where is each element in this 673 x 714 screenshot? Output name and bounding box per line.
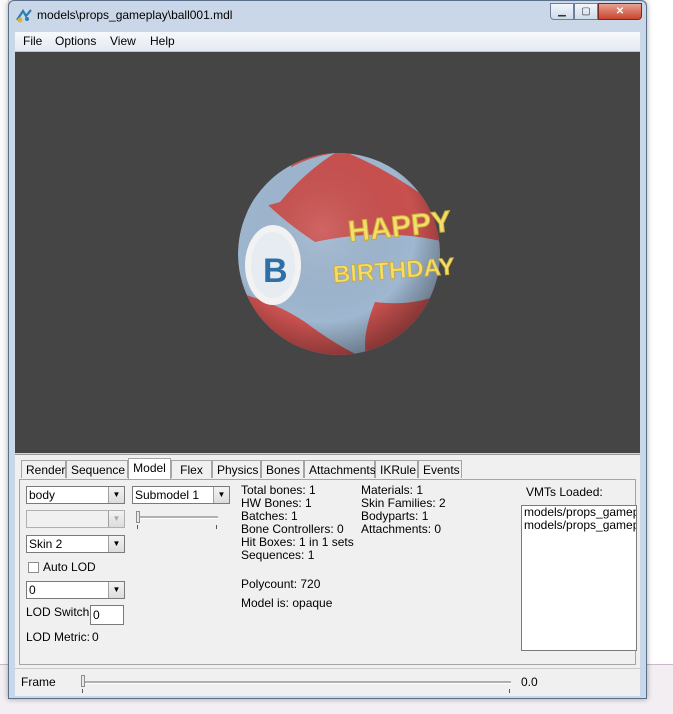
submodel-slider-track[interactable] — [136, 516, 218, 519]
model-viewport[interactable]: B HAPPY BIRTHDAY — [15, 52, 640, 453]
chevron-down-icon: ▼ — [108, 487, 124, 503]
vmts-list[interactable]: models/props_gameplay models/props_gamep… — [521, 505, 637, 651]
lod-select-value: 0 — [29, 583, 36, 597]
lod-metric-label: LOD Metric: — [26, 630, 91, 644]
vmt-list-item[interactable]: models/props_gameplay — [522, 519, 636, 532]
bodypart-select-value: body — [29, 488, 56, 502]
frame-value: 0.0 — [521, 675, 538, 689]
auto-lod-checkbox[interactable] — [28, 562, 39, 573]
frame-label: Frame — [21, 675, 56, 689]
frame-bar: Frame 0.0 — [15, 668, 640, 696]
close-button[interactable]: ✕ — [598, 3, 642, 20]
submodel-select-value: Submodel 1 — [135, 488, 200, 502]
slider-tick — [509, 689, 510, 693]
menu-view[interactable]: View — [110, 34, 136, 48]
tab-ikrule[interactable]: IKRule — [375, 460, 418, 478]
bodypart-select[interactable]: body ▼ — [26, 486, 125, 504]
menu-bar: File Options View Help — [15, 32, 640, 52]
window-title: models\props_gameplay\ball001.mdl — [37, 8, 233, 22]
maximize-button[interactable]: ▢ — [574, 3, 598, 20]
lod-metric-value: 0 — [92, 630, 99, 644]
stat-attachments: Attachments: 0 — [361, 522, 442, 536]
tab-render[interactable]: Render — [21, 460, 66, 478]
window-controls: ▁ ▢ ✕ — [550, 3, 642, 20]
tab-flex[interactable]: Flex — [171, 460, 212, 478]
skin-select[interactable]: Skin 2 ▼ — [26, 535, 125, 553]
stat-model-is: Model is: opaque — [241, 596, 333, 610]
tab-sequence[interactable]: Sequence — [66, 460, 128, 478]
tab-events[interactable]: Events — [418, 460, 462, 478]
frame-slider-thumb[interactable] — [81, 675, 85, 687]
menu-options[interactable]: Options — [55, 34, 96, 48]
model-stats-secondary: Materials: 1 Skin Families: 2 Bodyparts:… — [361, 484, 446, 536]
auto-lod-label: Auto LOD — [43, 560, 96, 574]
slider-tick — [137, 525, 138, 529]
tab-bones[interactable]: Bones — [261, 460, 304, 478]
submodel-slider-thumb[interactable] — [136, 511, 140, 523]
chevron-down-icon: ▼ — [108, 582, 124, 598]
lod-switch-label: LOD Switch: — [26, 605, 93, 619]
menu-help[interactable]: Help — [150, 34, 175, 48]
slider-tick — [82, 689, 83, 693]
menu-file[interactable]: File — [23, 34, 42, 48]
tab-model[interactable]: Model — [128, 458, 171, 479]
model-stats-primary: Total bones: 1 HW Bones: 1 Batches: 1 Bo… — [241, 484, 354, 562]
control-panel: Render Sequence Model Flex Physics Bones… — [15, 454, 640, 669]
app-icon — [16, 8, 32, 23]
beach-ball-model: B HAPPY BIRTHDAY — [238, 153, 456, 355]
chevron-down-icon: ▼ — [108, 511, 124, 527]
stat-sequences: Sequences: 1 — [241, 548, 315, 562]
submodel-select[interactable]: Submodel 1 ▼ — [132, 486, 230, 504]
svg-text:B: B — [263, 252, 288, 290]
title-bar[interactable]: models\props_gameplay\ball001.mdl ▁ ▢ ✕ — [9, 1, 646, 31]
slider-tick — [216, 525, 217, 529]
frame-slider-track[interactable] — [81, 681, 511, 684]
lod-select[interactable]: 0 ▼ — [26, 581, 125, 599]
skin-select-value: Skin 2 — [29, 537, 63, 551]
minimize-button[interactable]: ▁ — [550, 3, 574, 20]
model-viewer-window: models\props_gameplay\ball001.mdl ▁ ▢ ✕ … — [8, 0, 647, 699]
model-tab-content: body ▼ ▼ Skin 2 ▼ Auto LOD 0 ▼ LOD Switc… — [19, 479, 637, 665]
tab-attachments[interactable]: Attachments — [304, 460, 376, 478]
vmts-loaded-label: VMTs Loaded: — [526, 485, 603, 499]
tab-physics[interactable]: Physics — [212, 460, 261, 478]
stat-polycount: Polycount: 720 — [241, 577, 321, 591]
submodel-extra-select: ▼ — [26, 510, 125, 528]
chevron-down-icon: ▼ — [108, 536, 124, 552]
lod-switch-input[interactable]: 0 — [90, 605, 124, 625]
chevron-down-icon: ▼ — [213, 487, 229, 503]
